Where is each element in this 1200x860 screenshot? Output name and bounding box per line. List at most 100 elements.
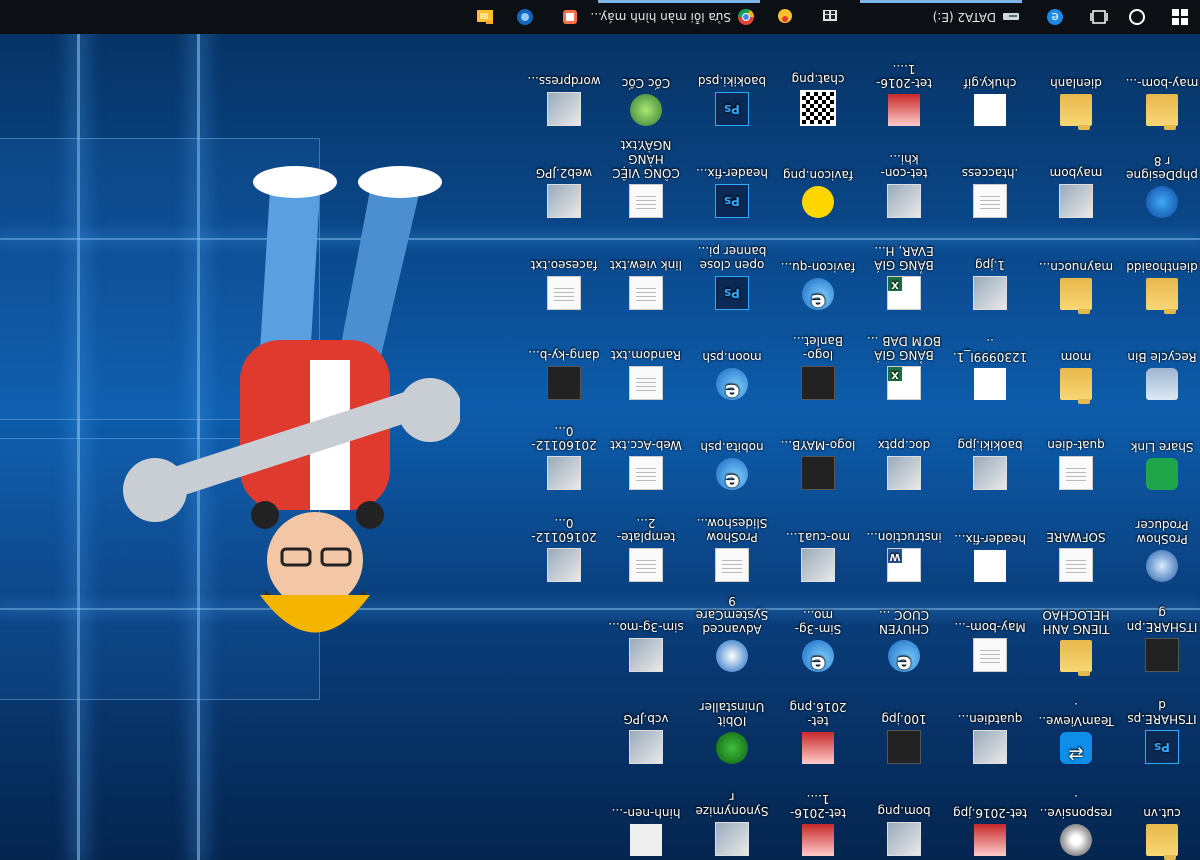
desktop-icon-label: 20160112-0... [531, 424, 597, 452]
drive-window-button[interactable]: DATA2 (E:) [933, 0, 1020, 34]
desktop-icon[interactable]: 20160112-0... [526, 516, 602, 582]
desktop-icon[interactable]: mom [1038, 350, 1114, 400]
desktop-icon[interactable]: Web-Acc.txt [608, 438, 684, 490]
desktop-icon[interactable]: web2.JPG [526, 166, 602, 218]
desktop-icon[interactable]: tet-2016-1.... [866, 62, 942, 126]
desktop-icon[interactable]: SOFWARE [1038, 530, 1114, 582]
desktop-icon[interactable]: Ps ITSHARE.psd [1124, 698, 1200, 764]
cortana-button[interactable] [1122, 0, 1152, 34]
light-streak [77, 0, 80, 860]
desktop-icon[interactable]: mo-cua1... [780, 530, 856, 582]
desktop-icon-label: Random.txt [611, 348, 682, 362]
desktop-icon[interactable]: Share Link [1124, 440, 1200, 490]
store-button[interactable] [815, 0, 845, 34]
yellow-file-icon [802, 186, 834, 218]
desktop-icon[interactable]: BẢNG GIÁ EVAR, H... [866, 244, 942, 310]
desktop-icon[interactable]: Sim-3g-mo... [780, 608, 856, 672]
desktop-icon-label: mo-cua1... [785, 530, 851, 544]
desktop-icon[interactable]: favicon.png [780, 168, 856, 218]
app-button[interactable] [555, 0, 585, 34]
desktop-icon[interactable]: CÔNG VIỆC HÀNG NGÀY.txt [608, 138, 684, 218]
img-file-icon [973, 456, 1007, 490]
desktop-icon[interactable]: TeamViewe... [1038, 700, 1114, 764]
img-file-icon [547, 184, 581, 218]
desktop-icon[interactable]: chuky.gif [952, 76, 1028, 126]
desktop-icon[interactable]: tet-con-khi... [866, 152, 942, 218]
desktop-icon[interactable]: quatdien... [952, 712, 1028, 764]
desktop-icon[interactable]: template-2... [608, 516, 684, 582]
desktop-icon[interactable]: 100.jpg [866, 712, 942, 764]
desktop-icon[interactable]: quat-dien [1038, 438, 1114, 490]
desktop-icon[interactable]: Ps open close banner pi... [694, 244, 770, 310]
desktop-icon[interactable]: Synonymizer [694, 790, 770, 856]
chat-app-button[interactable] [770, 0, 800, 34]
desktop-icon[interactable]: doc.pptx [866, 438, 942, 490]
desktop-icon-label: maynuocn... [1038, 260, 1114, 274]
dark-file-icon [801, 456, 835, 490]
desktop-icon[interactable]: sim-3g-mo... [608, 620, 684, 672]
doc-file-icon [629, 366, 663, 400]
desktop-icon[interactable]: may-bom-... [1124, 76, 1200, 126]
desktop-icon-label: Web-Acc.txt [610, 438, 682, 452]
desktop-icon[interactable]: ProShow Slideshow... [694, 516, 770, 582]
desktop-icon[interactable]: 1230999I_1... [952, 336, 1028, 400]
desktop-icon[interactable]: responsive... [1038, 792, 1114, 856]
desktop-icon[interactable]: chat.png [780, 72, 856, 126]
desktop-icon[interactable]: 1.jpg [952, 258, 1028, 310]
desktop-icon[interactable]: Recycle Bin [1124, 350, 1200, 400]
desktop-icon[interactable]: maynuocn... [1038, 260, 1114, 310]
desktop-icon[interactable]: faceseo.txt [526, 258, 602, 310]
desktop-icon[interactable]: bom.png [866, 804, 942, 856]
desktop-icon[interactable]: ITSHARE.png [1124, 606, 1200, 672]
desktop-icon[interactable]: TIENG ANH HELOCHAO [1038, 608, 1114, 672]
desktop-icon[interactable]: .htaccess [952, 166, 1028, 218]
desktop-icon[interactable]: Random.txt [608, 348, 684, 400]
desktop-icon[interactable]: May-bom-... [952, 620, 1028, 672]
start-button[interactable] [1160, 0, 1200, 34]
desktop-icon[interactable]: logo-MAYB... [780, 438, 856, 490]
img-file-icon [973, 276, 1007, 310]
desktop-icon[interactable]: nobita.psh [694, 440, 770, 490]
desktop-icon[interactable]: tet-2016-1.... [780, 792, 856, 856]
desktop-icon[interactable]: wordpress... [526, 74, 602, 126]
chrome-window-button[interactable]: Sửa lỗi màn hình máy... [590, 0, 755, 34]
desktop-icon[interactable]: dang-ky-b... [526, 348, 602, 400]
desktop-icon[interactable]: logo-Banlet... [780, 334, 856, 400]
desktop-icon[interactable]: maybom [1038, 166, 1114, 218]
desktop-icon[interactable]: Advanced SystemCare 9 [694, 594, 770, 672]
desktop-icon[interactable]: vcb.JPG [608, 712, 684, 764]
desktop-icon[interactable]: phpDesigner 8 [1124, 154, 1200, 218]
desktop-icon[interactable]: Ps baokiki.psd [694, 74, 770, 126]
desktop-icon[interactable]: hinh-nen-... [608, 806, 684, 856]
desktop-icon[interactable]: Ps header-fix... [694, 166, 770, 218]
desktop-icon-label: CÔNG VIỆC HÀNG NGÀY.txt [612, 138, 680, 180]
desktop-icon[interactable]: Cốc Cốc [608, 76, 684, 126]
desktop-icon[interactable]: cut.vn [1124, 806, 1200, 856]
app-button-2[interactable] [510, 0, 540, 34]
desktop-icon-label: logo-Banlet... [792, 334, 844, 362]
desktop-icon[interactable]: link view.txt [608, 258, 684, 310]
task-view-button[interactable] [1084, 0, 1114, 34]
folder-file-icon [1146, 278, 1178, 310]
desktop-icon[interactable]: dienthoaidd [1124, 260, 1200, 310]
desktop-icon[interactable]: instruction... [866, 530, 942, 582]
desktop-icon-label: tet-2016-1.... [876, 62, 932, 90]
desktop-icon[interactable]: moon.psh [694, 350, 770, 400]
desktop-icon[interactable]: tet-2016.jpg [952, 806, 1028, 856]
desktop-icon-label: doc.pptx [877, 438, 931, 452]
desktop-icon[interactable]: baokiki.jpg [952, 438, 1028, 490]
desktop-icon[interactable]: dienlanh [1038, 76, 1114, 126]
desktop-icon[interactable]: ProShow Producer [1124, 518, 1200, 582]
desktop-icon-label: template-2... [616, 516, 676, 544]
file-explorer-button[interactable] [470, 0, 500, 34]
desktop-icon[interactable]: tet-2016.png [780, 700, 856, 764]
desktop-icon-label: moon.psh [702, 350, 762, 364]
chrome-window-label: Sửa lỗi màn hình máy... [590, 10, 731, 24]
desktop-icon[interactable]: IObit Uninstaller [694, 700, 770, 764]
desktop-icon[interactable]: header-fix... [952, 532, 1028, 582]
desktop-icon[interactable]: 20160112-0... [526, 424, 602, 490]
desktop-icon[interactable]: BẢNG GIÁ BƠM DAB ... [866, 334, 942, 400]
desktop-icon[interactable]: CHUYEN CUOC ... [866, 608, 942, 672]
edge-button[interactable]: e [1040, 0, 1070, 34]
desktop-icon[interactable]: favicon-qu... [780, 260, 856, 310]
